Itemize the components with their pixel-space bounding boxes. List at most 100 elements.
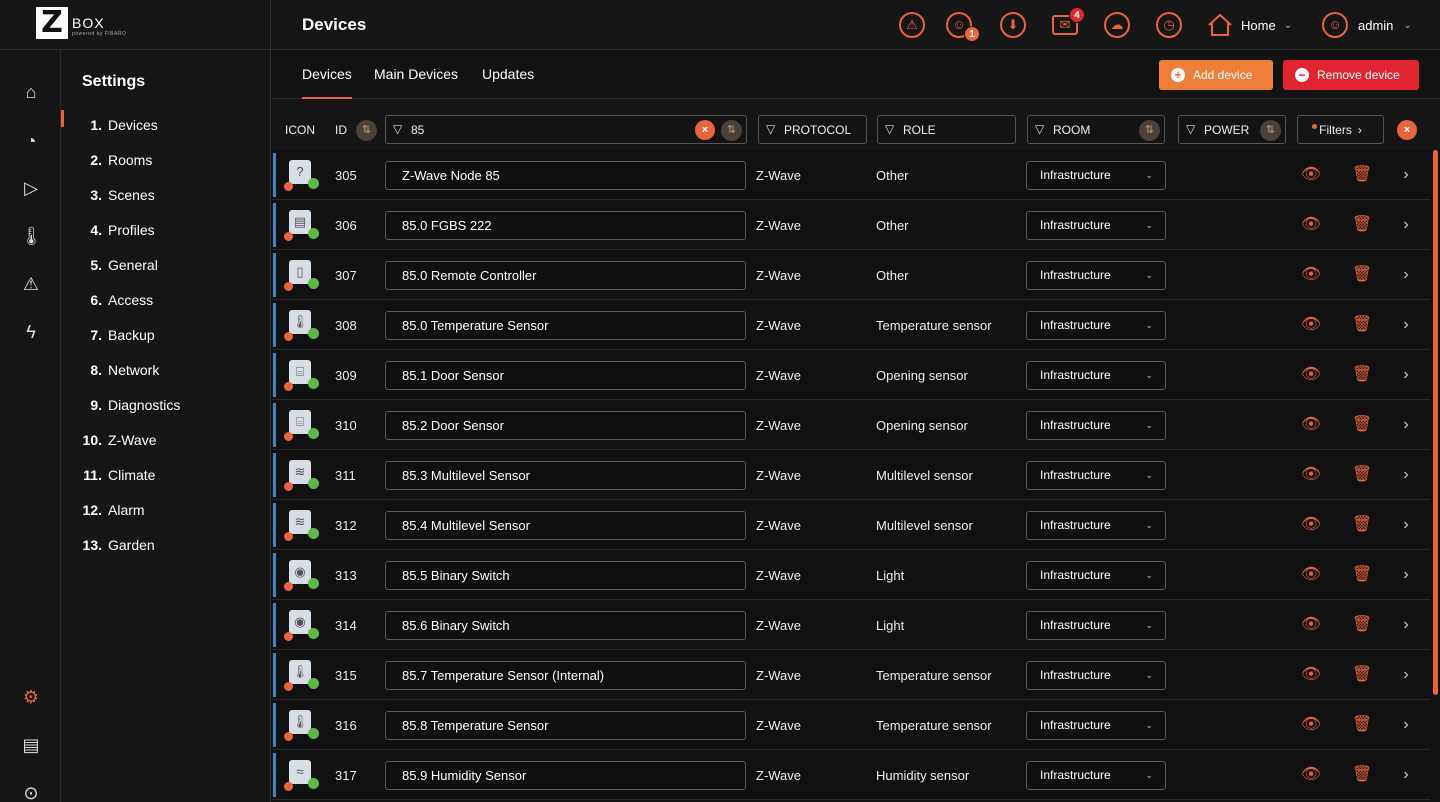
settings-item-alarm[interactable]: 12. Alarm — [61, 492, 271, 527]
chevron-right-icon[interactable]: › — [1395, 315, 1417, 335]
download-icon[interactable]: ⬇ — [1000, 12, 1026, 38]
settings-item-profiles[interactable]: 4. Profiles — [61, 212, 271, 247]
room-select[interactable]: Infrastructure ⌄ — [1026, 661, 1166, 690]
table-row[interactable]: ⌸ 309 85.1 Door Sensor Z-Wave Opening sensor… — [272, 350, 1430, 400]
device-name-input[interactable]: 85.3 Multilevel Sensor — [385, 461, 746, 490]
room-select[interactable]: Infrastructure ⌄ — [1026, 411, 1166, 440]
eye-icon[interactable]: 👁 — [1300, 515, 1322, 535]
remove-device-button[interactable]: − Remove device — [1283, 60, 1419, 90]
clock-icon[interactable]: ◷ — [1156, 12, 1182, 38]
eye-icon[interactable]: 👁 — [1300, 715, 1322, 735]
table-row[interactable]: 🌡 315 85.7 Temperature Sensor (Internal) Z-… — [272, 650, 1430, 700]
chevron-right-icon[interactable]: › — [1395, 365, 1417, 385]
room-select[interactable]: Infrastructure ⌄ — [1026, 561, 1166, 590]
room-select[interactable]: Infrastructure ⌄ — [1026, 261, 1166, 290]
trash-icon[interactable]: 🗑 — [1351, 415, 1373, 435]
device-name-input[interactable]: Z-Wave Node 85 — [385, 161, 746, 190]
table-row[interactable]: ▤ 306 85.0 FGBS 222 Z-Wave Other Infrastructu… — [272, 200, 1430, 250]
eye-icon[interactable]: 👁 — [1300, 415, 1322, 435]
chevron-right-icon[interactable]: › — [1395, 665, 1417, 685]
filters-button[interactable]: Filters › — [1297, 115, 1384, 144]
settings-item-devices[interactable]: 1. Devices — [61, 107, 271, 142]
chevron-right-icon[interactable]: › — [1395, 165, 1417, 185]
room-select[interactable]: Infrastructure ⌄ — [1026, 511, 1166, 540]
device-name-input[interactable]: 85.0 Temperature Sensor — [385, 311, 746, 340]
user-menu[interactable]: ☺ admin ⌄ — [1322, 12, 1412, 38]
home-nav-icon[interactable]: ⌂ — [20, 81, 42, 103]
users-icon[interactable]: ☺ 1 — [946, 12, 980, 42]
trash-icon[interactable]: 🗑 — [1351, 715, 1373, 735]
room-select[interactable]: Infrastructure ⌄ — [1026, 161, 1166, 190]
table-row[interactable]: ≈317 85.9 Humidity Sensor Z-Wave Humidity s… — [272, 750, 1430, 800]
trash-icon[interactable]: 🗑 — [1351, 315, 1373, 335]
room-select[interactable]: Infrastructure ⌄ — [1026, 211, 1166, 240]
device-name-input[interactable]: 85.4 Multilevel Sensor — [385, 511, 746, 540]
protocol-filter[interactable]: ▽ PROTOCOL — [758, 115, 867, 144]
alarm-icon[interactable]: ⚠ — [899, 12, 925, 38]
eye-icon[interactable]: 👁 — [1300, 265, 1322, 285]
tab-devices[interactable]: Devices — [302, 66, 352, 99]
chevron-right-icon[interactable]: › — [1395, 765, 1417, 785]
mail-icon[interactable]: ✉ 4 — [1052, 7, 1085, 35]
device-name-input[interactable]: 85.6 Binary Switch — [385, 611, 746, 640]
settings-item-rooms[interactable]: 2. Rooms — [61, 142, 271, 177]
chevron-right-icon[interactable]: › — [1395, 515, 1417, 535]
eye-icon[interactable]: 👁 — [1300, 365, 1322, 385]
climate-nav-icon[interactable]: 🌡 — [20, 225, 43, 247]
room-select[interactable]: Infrastructure ⌄ — [1026, 311, 1166, 340]
eye-icon[interactable]: 👁 — [1300, 465, 1322, 485]
add-device-button[interactable]: + Add device — [1159, 60, 1273, 90]
sort-power-icon[interactable]: ⇅ — [1260, 120, 1281, 141]
settings-item-garden[interactable]: 13. Garden — [61, 527, 271, 562]
eye-icon[interactable]: 👁 — [1300, 165, 1322, 185]
device-name-input[interactable]: 85.1 Door Sensor — [385, 361, 746, 390]
sort-id-icon[interactable]: ⇅ — [356, 120, 377, 141]
device-name-input[interactable]: 85.8 Temperature Sensor — [385, 711, 746, 740]
table-row[interactable]: ▯ 307 85.0 Remote Controller Z-Wave Other Inf… — [272, 250, 1430, 300]
dashboard-nav-icon[interactable]: ◔ — [20, 130, 42, 152]
eye-icon[interactable]: 👁 — [1300, 315, 1322, 335]
tab-main-devices[interactable]: Main Devices — [374, 66, 458, 82]
tab-updates[interactable]: Updates — [482, 66, 534, 82]
device-name-input[interactable]: 85.0 Remote Controller — [385, 261, 746, 290]
chevron-right-icon[interactable]: › — [1395, 615, 1417, 635]
trash-icon[interactable]: 🗑 — [1351, 265, 1373, 285]
name-filter-input[interactable]: ▽ 85 — [385, 115, 747, 144]
clear-all-filters-icon[interactable]: × — [1397, 120, 1417, 140]
device-name-input[interactable]: 85.7 Temperature Sensor (Internal) — [385, 661, 746, 690]
home-selector[interactable]: Home ⌄ — [1207, 12, 1292, 38]
room-select[interactable]: Infrastructure ⌄ — [1026, 361, 1166, 390]
more-nav-icon[interactable]: ⊙ — [20, 782, 42, 802]
sort-name-icon[interactable]: ⇅ — [721, 120, 742, 141]
trash-icon[interactable]: 🗑 — [1351, 765, 1373, 785]
settings-item-climate[interactable]: 11. Climate — [61, 457, 271, 492]
role-filter[interactable]: ▽ ROLE — [877, 115, 1016, 144]
alarm-nav-icon[interactable]: ⚠ — [20, 273, 42, 295]
room-select[interactable]: Infrastructure ⌄ — [1026, 761, 1166, 790]
trash-icon[interactable]: 🗑 — [1351, 365, 1373, 385]
clear-name-filter-icon[interactable]: × — [695, 120, 715, 140]
trash-icon[interactable]: 🗑 — [1351, 665, 1373, 685]
settings-item-network[interactable]: 8. Network — [61, 352, 271, 387]
settings-nav-icon[interactable]: ⚙ — [20, 686, 42, 708]
eye-icon[interactable]: 👁 — [1300, 665, 1322, 685]
trash-icon[interactable]: 🗑 — [1351, 465, 1373, 485]
eye-icon[interactable]: 👁 — [1300, 215, 1322, 235]
device-name-input[interactable]: 85.5 Binary Switch — [385, 561, 746, 590]
sort-room-icon[interactable]: ⇅ — [1139, 120, 1160, 141]
trash-icon[interactable]: 🗑 — [1351, 565, 1373, 585]
chevron-right-icon[interactable]: › — [1395, 565, 1417, 585]
room-select[interactable]: Infrastructure ⌄ — [1026, 711, 1166, 740]
trash-icon[interactable]: 🗑 — [1351, 165, 1373, 185]
settings-item-general[interactable]: 5. General — [61, 247, 271, 282]
chevron-right-icon[interactable]: › — [1395, 415, 1417, 435]
device-name-input[interactable]: 85.0 FGBS 222 — [385, 211, 746, 240]
table-row[interactable]: 🌡 316 85.8 Temperature Sensor Z-Wave Tempera… — [272, 700, 1430, 750]
table-row[interactable]: ≋ 312 85.4 Multilevel Sensor Z-Wave Multilev… — [272, 500, 1430, 550]
energy-nav-icon[interactable]: ϟ — [20, 321, 42, 343]
scenes-nav-icon[interactable]: ▷ — [20, 177, 42, 199]
eye-icon[interactable]: 👁 — [1300, 765, 1322, 785]
chevron-right-icon[interactable]: › — [1395, 215, 1417, 235]
trash-icon[interactable]: 🗑 — [1351, 615, 1373, 635]
table-row[interactable]: ≋ 311 85.3 Multilevel Sensor Z-Wave Multilev… — [272, 450, 1430, 500]
